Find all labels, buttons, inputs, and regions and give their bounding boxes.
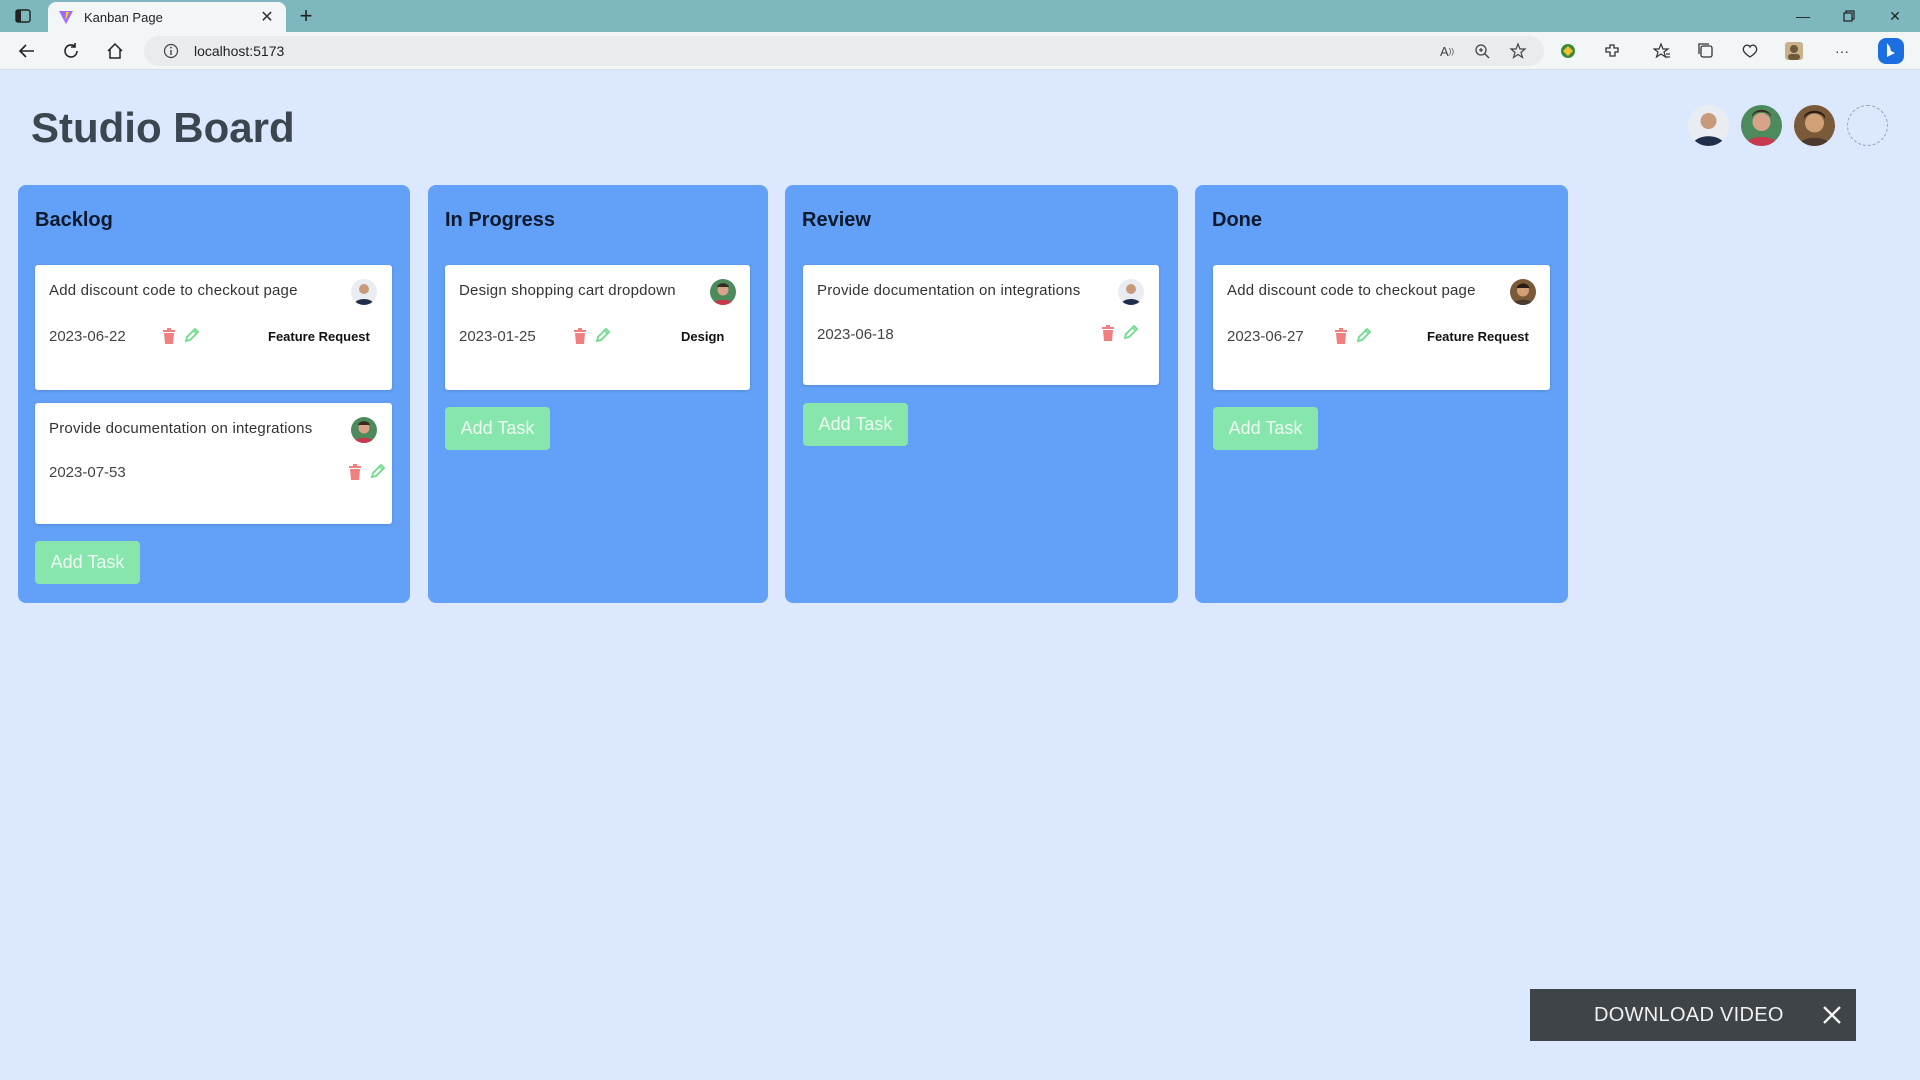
card-title: Add discount code to checkout page (49, 282, 298, 299)
profile-icon[interactable] (1782, 40, 1806, 62)
task-card[interactable]: Design shopping cart dropdown 2023-01-25… (445, 265, 750, 390)
more-icon[interactable]: ··· (1830, 40, 1854, 62)
restore-icon[interactable] (1826, 0, 1872, 32)
trash-icon[interactable] (1334, 328, 1348, 344)
trash-icon[interactable] (573, 328, 587, 344)
bing-icon[interactable] (1876, 36, 1906, 66)
trash-icon[interactable] (1101, 325, 1115, 341)
avatar-2[interactable] (1741, 105, 1782, 146)
avatar-3[interactable] (1794, 105, 1835, 146)
add-task-button[interactable]: Add Task (1213, 407, 1318, 450)
new-tab-icon[interactable]: + (294, 4, 318, 28)
column-title: Review (802, 209, 871, 231)
task-card[interactable]: Provide documentation on integrations 20… (35, 403, 392, 524)
download-video-bar[interactable]: DOWNLOAD VIDEO (1530, 989, 1856, 1041)
back-icon[interactable] (14, 39, 40, 63)
pencil-icon[interactable] (1356, 327, 1372, 343)
card-title: Provide documentation on integrations (817, 282, 1081, 299)
favorite-icon[interactable] (1507, 40, 1529, 62)
url-text: localhost:5173 (194, 43, 285, 59)
add-task-button[interactable]: Add Task (35, 541, 140, 584)
card-title: Provide documentation on integrations (49, 420, 313, 437)
trash-icon[interactable] (162, 328, 176, 344)
extension-icon[interactable] (1556, 40, 1580, 62)
card-tag: Design (681, 329, 725, 344)
pencil-icon[interactable] (370, 463, 386, 479)
download-video-label[interactable]: DOWNLOAD VIDEO (1594, 1004, 1784, 1027)
card-date: 2023-01-25 (459, 328, 536, 345)
address-bar[interactable]: localhost:5173 (144, 36, 1544, 66)
card-tag: Feature Request (268, 329, 370, 344)
column-done: Done Add discount code to checkout page … (1195, 185, 1568, 603)
vite-favicon (58, 9, 74, 25)
card-date: 2023-06-22 (49, 328, 126, 345)
column-backlog: Backlog Add discount code to checkout pa… (18, 185, 410, 603)
assignee-avatar (1118, 279, 1144, 305)
info-icon[interactable] (162, 42, 180, 60)
close-icon[interactable] (1820, 1003, 1844, 1027)
browser-tab-bar: Kanban Page ✕ + — ✕ (0, 0, 1920, 32)
avatar-empty[interactable] (1847, 105, 1888, 146)
page-title: Studio Board (31, 104, 295, 151)
home-icon[interactable] (102, 39, 128, 63)
card-date: 2023-06-18 (817, 326, 894, 343)
assignee-avatar (710, 279, 736, 305)
column-title: In Progress (445, 209, 556, 231)
minimize-icon[interactable]: — (1780, 0, 1826, 32)
avatar-1[interactable] (1688, 105, 1729, 146)
task-card[interactable]: Add discount code to checkout page 2023-… (1213, 265, 1550, 390)
card-title: Add discount code to checkout page (1227, 282, 1476, 299)
add-task-button[interactable]: Add Task (803, 403, 908, 446)
browser-tab[interactable]: Kanban Page ✕ (48, 2, 286, 32)
sidebar-icon[interactable] (12, 6, 34, 26)
refresh-icon[interactable] (58, 39, 84, 63)
card-tag: Feature Request (1427, 329, 1529, 344)
assignee-avatar (351, 279, 377, 305)
pencil-icon[interactable] (184, 327, 200, 343)
favorites-icon[interactable] (1650, 40, 1674, 62)
assignee-avatar (351, 417, 377, 443)
zoom-icon[interactable] (1471, 40, 1493, 62)
trash-icon[interactable] (348, 464, 362, 480)
column-in-progress: In Progress Design shopping cart dropdow… (428, 185, 768, 603)
browser-toolbar: localhost:5173 A)) ··· (0, 32, 1920, 70)
column-review: Review Provide documentation on integrat… (785, 185, 1178, 603)
task-card[interactable]: Add discount code to checkout page 2023-… (35, 265, 392, 390)
pencil-icon[interactable] (595, 327, 611, 343)
pencil-icon[interactable] (1123, 324, 1139, 340)
card-title: Design shopping cart dropdown (459, 282, 676, 299)
add-task-button[interactable]: Add Task (445, 407, 550, 450)
tab-title: Kanban Page (84, 9, 163, 25)
read-aloud-icon[interactable]: A)) (1436, 40, 1458, 62)
close-window-icon[interactable]: ✕ (1872, 0, 1918, 32)
close-tab-icon[interactable]: ✕ (258, 7, 276, 27)
column-title: Done (1212, 209, 1262, 231)
card-date: 2023-07-53 (49, 464, 126, 481)
task-card[interactable]: Provide documentation on integrations 20… (803, 265, 1159, 385)
assignee-avatar (1510, 279, 1536, 305)
card-date: 2023-06-27 (1227, 328, 1304, 345)
column-title: Backlog (35, 209, 113, 231)
performance-icon[interactable] (1738, 40, 1762, 62)
puzzle-icon[interactable] (1600, 40, 1624, 62)
collections-icon[interactable] (1694, 40, 1718, 62)
